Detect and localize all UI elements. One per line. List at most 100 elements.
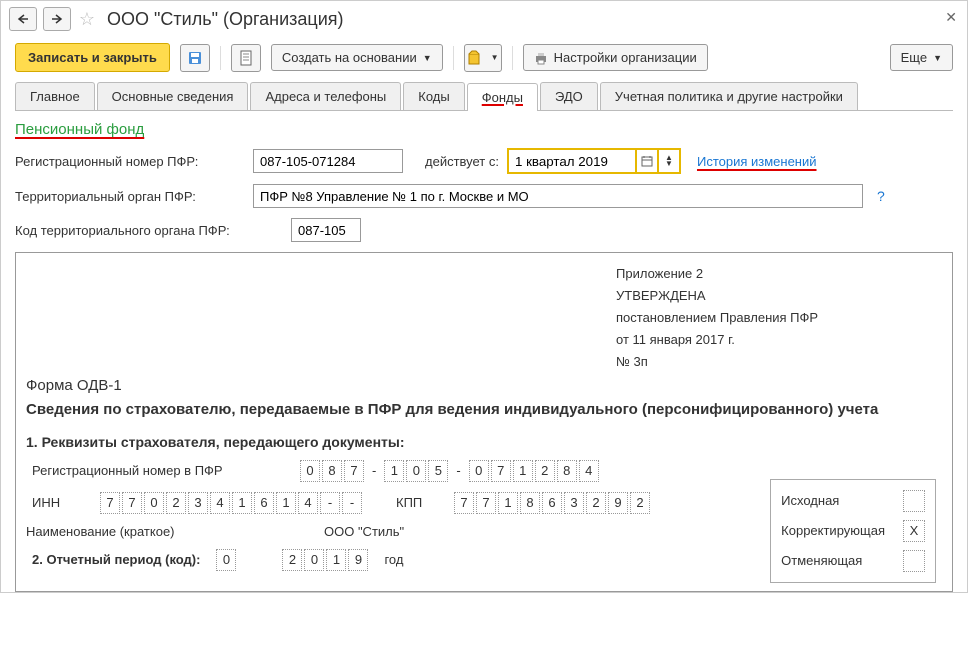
effective-date-input[interactable]: [507, 148, 637, 174]
type-correcting-cell: X: [903, 520, 925, 542]
digit-cell: 8: [322, 460, 342, 482]
dropdown-caret-icon: ▼: [491, 53, 499, 62]
org-settings-label: Настройки организации: [554, 50, 697, 65]
calendar-icon: [641, 155, 653, 167]
digit-cell: 7: [491, 460, 511, 482]
printer-icon: [534, 51, 548, 65]
toolbar-divider: [220, 46, 221, 70]
effective-from-label: действует с:: [425, 154, 499, 169]
date-spinner[interactable]: ▲▼: [659, 148, 681, 174]
dash: -: [372, 463, 376, 478]
section-1-title: 1. Реквизиты страхователя, передающего д…: [26, 434, 942, 450]
short-name-label: Наименование (краткое): [26, 524, 316, 539]
tab-basic[interactable]: Основные сведения: [97, 82, 249, 110]
history-link[interactable]: История изменений: [697, 154, 817, 169]
digit-cell: 1: [498, 492, 518, 514]
approval-block: Приложение 2 УТВЕРЖДЕНА постановлением П…: [616, 263, 818, 373]
digit-cell: 3: [188, 492, 208, 514]
approval-line: от 11 января 2017 г.: [616, 329, 818, 351]
approval-line: УТВЕРЖДЕНА: [616, 285, 818, 307]
tab-funds[interactable]: Фонды: [467, 83, 538, 111]
tab-codes[interactable]: Коды: [403, 82, 464, 110]
digit-cell: 7: [454, 492, 474, 514]
close-button[interactable]: ✕: [945, 9, 957, 26]
digit-cell: 7: [100, 492, 120, 514]
digit-cell: 0: [406, 460, 426, 482]
digit-cell: 4: [298, 492, 318, 514]
type-cancelling-label: Отменяющая: [781, 553, 862, 568]
tab-addresses[interactable]: Адреса и телефоны: [250, 82, 401, 110]
digit-cell: 6: [542, 492, 562, 514]
digit-cell: 7: [344, 460, 364, 482]
digit-cell: 2: [586, 492, 606, 514]
digit-cell: 2: [630, 492, 650, 514]
nav-forward-button[interactable]: [43, 7, 71, 31]
digit-cell: 7: [476, 492, 496, 514]
approval-line: № 3п: [616, 351, 818, 373]
year-label: год: [384, 552, 403, 567]
territory-input[interactable]: [253, 184, 863, 208]
tab-accounting[interactable]: Учетная политика и другие настройки: [600, 82, 858, 110]
digit-cell: 1: [276, 492, 296, 514]
window-title: ООО "Стиль" (Организация): [107, 9, 344, 30]
dash: -: [456, 463, 460, 478]
reg-pfr-cells: 0 8 7 - 1 0 5 - 0 7 1 2 8 4: [300, 460, 599, 482]
inn-cells: 7 7 0 2 3 4 1 6 1 4 - -: [100, 492, 362, 514]
digit-cell: 1: [384, 460, 404, 482]
type-original-cell: [903, 490, 925, 512]
dropdown-caret-icon: ▼: [933, 53, 942, 63]
kpp-label: КПП: [396, 495, 446, 510]
territory-code-input[interactable]: [291, 218, 361, 242]
save-and-close-button[interactable]: Записать и закрыть: [15, 43, 170, 72]
document-button[interactable]: [231, 44, 261, 72]
form-description: Сведения по страхователю, передаваемые в…: [26, 400, 942, 420]
attachment-button[interactable]: ▼: [464, 44, 502, 72]
calendar-button[interactable]: [637, 148, 659, 174]
more-label: Еще: [901, 50, 927, 65]
digit-cell: -: [342, 492, 362, 514]
digit-cell: 1: [513, 460, 533, 482]
form-name: Форма ОДВ-1: [26, 377, 942, 394]
toolbar-divider: [512, 46, 513, 70]
create-based-label: Создать на основании: [282, 50, 417, 65]
help-button[interactable]: ?: [877, 188, 885, 204]
nav-back-button[interactable]: [9, 7, 37, 31]
territory-code-label: Код территориального органа ПФР:: [15, 223, 283, 238]
pension-fund-section-title: Пенсионный фонд: [15, 121, 953, 138]
digit-cell: 9: [608, 492, 628, 514]
save-button[interactable]: [180, 44, 210, 72]
inn-label: ИНН: [32, 495, 92, 510]
digit-cell: 2: [282, 549, 302, 571]
digit-cell: 0: [300, 460, 320, 482]
dropdown-caret-icon: ▼: [423, 53, 432, 63]
org-settings-button[interactable]: Настройки организации: [523, 44, 708, 71]
reg-pfr-label: Регистрационный номер в ПФР: [32, 463, 292, 478]
digit-cell: 7: [122, 492, 142, 514]
digit-cell: 4: [210, 492, 230, 514]
more-button[interactable]: Еще ▼: [890, 44, 953, 71]
tab-edo[interactable]: ЭДО: [540, 82, 598, 110]
create-based-button[interactable]: Создать на основании ▼: [271, 44, 443, 71]
short-name-value: ООО "Стиль": [324, 524, 404, 539]
digit-cell: 2: [166, 492, 186, 514]
digit-cell: 8: [557, 460, 577, 482]
reg-number-label: Регистрационный номер ПФР:: [15, 154, 245, 169]
digit-cell: 2: [535, 460, 555, 482]
favorite-star-icon[interactable]: ☆: [77, 9, 97, 29]
digit-cell: 0: [304, 549, 324, 571]
save-and-close-label: Записать и закрыть: [28, 50, 157, 65]
digit-cell: 1: [326, 549, 346, 571]
type-correcting-label: Корректирующая: [781, 523, 885, 538]
approval-line: постановлением Правления ПФР: [616, 307, 818, 329]
digit-cell: 6: [254, 492, 274, 514]
digit-cell: 4: [579, 460, 599, 482]
chevron-down-icon: ▼: [665, 161, 673, 167]
reg-number-input[interactable]: [253, 149, 403, 173]
kpp-cells: 7 7 1 8 6 3 2 9 2: [454, 492, 650, 514]
digit-cell: 0: [469, 460, 489, 482]
tab-main[interactable]: Главное: [15, 82, 95, 110]
digit-cell: 3: [564, 492, 584, 514]
digit-cell: 1: [232, 492, 252, 514]
digit-cell: 0: [216, 549, 236, 571]
digit-cell: 5: [428, 460, 448, 482]
